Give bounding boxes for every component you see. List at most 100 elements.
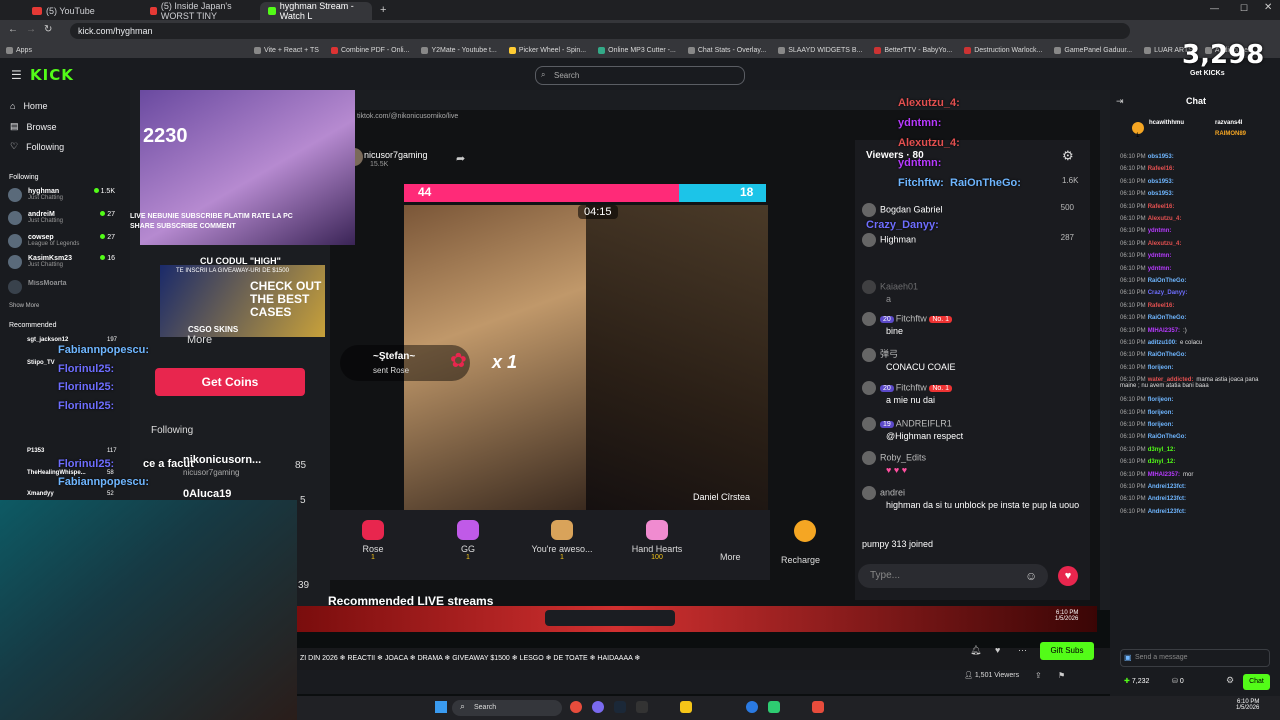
chat-username[interactable]: florijeon:: [1148, 365, 1174, 371]
host-name[interactable]: nicusor7gaming: [364, 150, 428, 160]
following-item[interactable]: cowsep League of Legends 27: [8, 234, 123, 248]
chat-username[interactable]: aditzu100:: [1148, 340, 1177, 346]
follow-row-name[interactable]: nikonicusorn...: [183, 454, 261, 466]
chat-username[interactable]: Andrei123fct:: [1148, 496, 1186, 502]
gift-subs-button[interactable]: Gift Subs: [1040, 642, 1094, 660]
tab-kick-stream[interactable]: hyghman Stream - Watch L: [260, 1, 372, 21]
chat-username[interactable]: MIHAI2357:: [1148, 472, 1180, 478]
bookmark-item[interactable]: Apps: [6, 46, 32, 54]
chat-username[interactable]: Rafeel16:: [1148, 204, 1175, 210]
chat-username[interactable]: obs1953:: [1148, 154, 1174, 160]
pinned-user[interactable]: hcawithhmu: [1149, 120, 1184, 126]
chat-username[interactable]: ydntmn:: [1148, 253, 1172, 259]
gift-rose[interactable]: Rose 1: [338, 520, 408, 561]
chat-username[interactable]: RaiOnTheGo:: [1148, 434, 1187, 440]
chat-username[interactable]: Andrei123fct:: [1148, 509, 1186, 515]
app-icon[interactable]: [768, 701, 780, 713]
viewer-row[interactable]: Highman 287: [862, 233, 1082, 247]
bookmark-item[interactable]: Y2Mate - Youtube t...: [421, 46, 497, 54]
heart-icon[interactable]: ♥: [995, 645, 1000, 655]
tab-youtube[interactable]: (5) YouTube: [24, 2, 138, 20]
url-field[interactable]: kick.com/hyghman: [70, 23, 1130, 39]
minimize-icon[interactable]: —: [1210, 3, 1219, 13]
app-icon[interactable]: [812, 701, 824, 713]
heart-gift-icon[interactable]: ♥: [1058, 566, 1078, 586]
chat-username[interactable]: florijeon:: [1148, 410, 1174, 416]
following-item[interactable]: andreiM Just Chatting 27: [8, 211, 123, 225]
chat-username[interactable]: florijeon:: [1148, 422, 1174, 428]
chat-settings-icon[interactable]: ⚙: [1226, 675, 1234, 686]
forward-icon[interactable]: →: [26, 24, 36, 35]
settings-icon[interactable]: ⚙: [1062, 148, 1074, 164]
new-tab-icon[interactable]: +: [380, 4, 386, 16]
bookmark-item[interactable]: Picker Wheel - Spin...: [508, 46, 586, 54]
chat-username[interactable]: ydntmn:: [1148, 266, 1172, 272]
windows-search[interactable]: Search: [452, 700, 562, 716]
chat-username[interactable]: d3nyl_12:: [1148, 459, 1176, 465]
bookmark-item[interactable]: SLAAYD WIDGETS B...: [778, 46, 862, 54]
menu-icon[interactable]: ☰: [11, 68, 22, 82]
reload-icon[interactable]: ↻: [44, 24, 52, 35]
recommended-item[interactable]: P1353: [27, 448, 44, 454]
bookmark-item[interactable]: Vite + React + TS: [253, 46, 319, 54]
chat-username[interactable]: RaiOnTheGo:: [1148, 315, 1187, 321]
search-input[interactable]: Search: [535, 66, 745, 85]
more-label[interactable]: More: [187, 334, 212, 346]
follow-row-name[interactable]: 0Aluca19: [183, 488, 231, 500]
steam-icon[interactable]: [614, 701, 626, 713]
tab-youtube-video[interactable]: (5) Inside Japan's WORST TINY: [142, 1, 258, 21]
following-item[interactable]: hyghman Just Chatting 1.5K: [8, 188, 123, 202]
windows-start-icon[interactable]: [435, 701, 447, 713]
chat-username[interactable]: Rafeel16:: [1148, 303, 1175, 309]
share-icon[interactable]: ➦: [456, 152, 465, 165]
emote-icon[interactable]: ▣: [1124, 653, 1132, 662]
show-more-link[interactable]: Show More: [9, 303, 39, 309]
nav-browse[interactable]: ▤ Browse: [10, 121, 57, 132]
recharge-button[interactable]: Recharge: [781, 555, 820, 565]
close-icon[interactable]: ✕: [1264, 2, 1272, 13]
collapse-chat-icon[interactable]: ⇥: [1116, 96, 1124, 107]
recommended-item[interactable]: sgt_jackson12: [27, 337, 68, 343]
bookmark-item[interactable]: Chat Stats - Overlay...: [687, 46, 766, 54]
bookmark-item[interactable]: GamePanel Gaduur...: [1054, 46, 1132, 54]
gift-youre-awesome[interactable]: You're aweso... 1: [527, 520, 597, 561]
chat-username[interactable]: Alexutzu_4:: [1148, 216, 1182, 222]
bell-icon[interactable]: 🔔︎: [970, 645, 981, 656]
chat-input[interactable]: Send a message: [1120, 649, 1270, 667]
report-icon[interactable]: ⚑: [1058, 671, 1065, 680]
chat-username[interactable]: ydntmn:: [1148, 228, 1172, 234]
pinned-user[interactable]: razvans4l: [1215, 120, 1242, 126]
chat-username[interactable]: obs1953:: [1148, 191, 1174, 197]
bookmark-item[interactable]: Online MP3 Cutter -...: [598, 46, 676, 54]
nav-home[interactable]: ⌂ Home: [10, 101, 47, 111]
chat-username[interactable]: d3nyl_12:: [1148, 447, 1176, 453]
folder-icon[interactable]: [680, 701, 692, 713]
gift-more-button[interactable]: More: [720, 552, 741, 562]
share-icon[interactable]: ⇪: [1035, 671, 1042, 680]
chat-username[interactable]: florijeon:: [1148, 397, 1174, 403]
tiktok-chat-input[interactable]: Type...: [858, 564, 1048, 588]
app-icon[interactable]: [746, 701, 758, 713]
more-options-icon[interactable]: ⋯: [1018, 645, 1027, 656]
bookmark-item[interactable]: BetterTTV - BabyYo...: [874, 46, 952, 54]
chat-username[interactable]: Andrei123fct:: [1148, 484, 1186, 490]
back-icon[interactable]: ←: [8, 24, 18, 35]
chat-username[interactable]: RaiOnTheGo:: [1148, 278, 1187, 284]
bookmark-item[interactable]: Combine PDF - Onli...: [330, 46, 409, 54]
pinned-user[interactable]: RAIMON89: [1215, 131, 1246, 137]
chat-username[interactable]: obs1953:: [1148, 179, 1174, 185]
get-coins-button[interactable]: Get Coins: [155, 368, 305, 396]
discord-icon[interactable]: [592, 701, 604, 713]
chat-username[interactable]: MIHAI2357:: [1148, 328, 1180, 334]
bookmark-item[interactable]: Destruction Warlock...: [964, 46, 1042, 54]
emoji-icon[interactable]: ☺: [1025, 569, 1037, 583]
chat-username[interactable]: Crazy_Danyy:: [1148, 290, 1188, 296]
app-icon[interactable]: [636, 701, 648, 713]
following-item[interactable]: MissMoarta: [8, 280, 123, 294]
chat-send-button[interactable]: Chat: [1243, 674, 1270, 690]
chrome-icon[interactable]: [570, 701, 582, 713]
gift-hand-hearts[interactable]: Hand Hearts 100: [622, 520, 692, 561]
gift-gg[interactable]: GG 1: [433, 520, 503, 561]
kick-logo[interactable]: KICK: [30, 66, 74, 84]
get-kicks-label[interactable]: Get KICKs: [1190, 70, 1225, 77]
